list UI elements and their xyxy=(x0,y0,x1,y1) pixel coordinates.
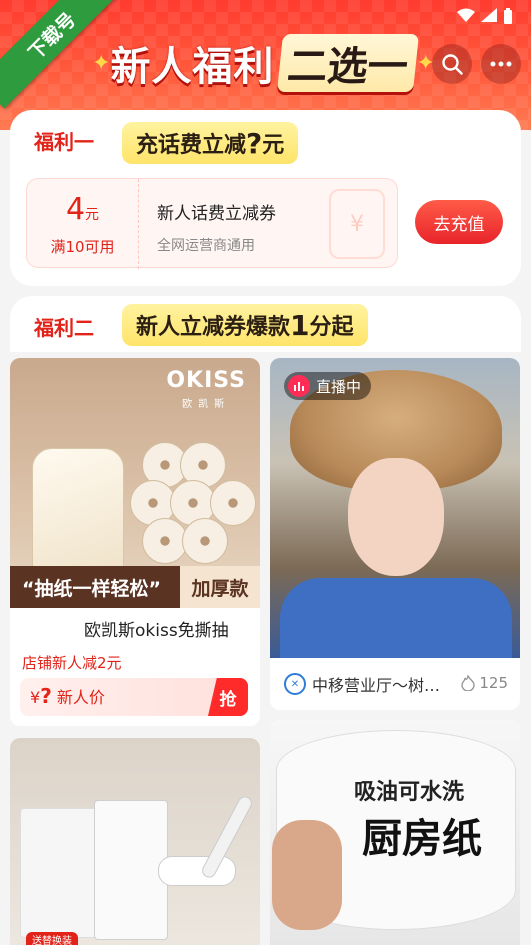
product-card-okiss[interactable]: OKISS 欧凯斯 “抽纸一样轻松” 加厚款 欧凯斯okiss免撕抽 店铺新人减… xyxy=(10,358,260,726)
price-symbol: ¥ xyxy=(30,688,41,707)
benefit2-label: 福利二 xyxy=(34,316,94,340)
coupon-title: 新人话费立减券 xyxy=(157,204,276,224)
shop-row: ✕ 中移营业厅～树… xyxy=(284,672,440,696)
more-button[interactable] xyxy=(481,44,521,84)
product-badge: 加厚款 xyxy=(180,566,260,608)
kitchen-paper-image: 吸油可水洗 厨房纸 xyxy=(270,720,520,945)
benefit2-pill: 新人立减券爆款 1 分起 xyxy=(122,304,368,346)
benefit1-label: 福利一 xyxy=(34,130,94,154)
flame-icon xyxy=(461,675,476,691)
robe-image xyxy=(280,578,512,658)
phone-coupon[interactable]: 4元 满10可用 新人话费立减券 全网运营商通用 ¥ xyxy=(26,178,398,269)
title-sub: 二选一 xyxy=(277,34,420,92)
brand-name-cn: 欧凯斯 xyxy=(182,399,231,410)
title-main: 新人福利 xyxy=(110,44,275,90)
lint-roller-image: 送替换装 xyxy=(10,738,260,945)
coupon-amount: 4元 xyxy=(27,193,138,232)
roll-image xyxy=(182,518,228,564)
benefit2-pill-num: 1 xyxy=(290,308,310,342)
star-icon: ✦ xyxy=(92,50,111,76)
live-image: 直播中 xyxy=(270,358,520,658)
page-title: ✦ 新人福利 二选一 ✦ xyxy=(92,34,435,92)
benefit2-card: 福利二 新人立减券爆款 1 分起 xyxy=(10,296,521,352)
search-icon xyxy=(442,54,463,75)
heat-count: 125 xyxy=(461,674,508,692)
coupon-condition: 满10可用 xyxy=(50,238,115,256)
gift-tag: 送替换装 xyxy=(26,932,78,945)
battery-icon xyxy=(504,8,512,24)
tissue-bag-image xyxy=(32,448,124,578)
brand-logo: OKISS 欧凯斯 xyxy=(166,370,246,411)
recharge-button[interactable]: 去充值 xyxy=(415,200,503,244)
product-promo-tag: 店铺新人减2元 xyxy=(22,654,122,672)
grab-button[interactable]: 抢 xyxy=(208,678,248,716)
benefit1-pill: 充话费立减 ? 元 xyxy=(122,122,299,164)
brand-name: OKISS xyxy=(166,368,246,393)
coupon-amount-block: 4元 满10可用 xyxy=(27,179,139,269)
face-image xyxy=(348,458,444,576)
live-icon xyxy=(288,375,310,397)
benefit1-pill-q: ? xyxy=(246,126,263,160)
price-bar: ¥? 新人价 抢 xyxy=(20,678,248,716)
heat-value: 125 xyxy=(479,674,508,692)
signal-icon xyxy=(481,8,497,22)
product-title: 欧凯斯okiss免撕抽 xyxy=(84,621,229,641)
hand-image xyxy=(272,820,342,930)
roller-head-image xyxy=(158,856,236,886)
benefit1-pill-unit: 元 xyxy=(262,133,285,158)
kitchen-paper-line2: 厨房纸 xyxy=(362,816,482,862)
status-bar-icons xyxy=(457,8,513,24)
shop-name: 中移营业厅～树… xyxy=(312,676,441,695)
wifi-icon xyxy=(457,8,475,22)
box-image xyxy=(94,800,168,940)
coupon-subtitle: 全网运营商通用 xyxy=(157,238,255,254)
kitchen-paper-line1: 吸油可水洗 xyxy=(354,780,465,805)
benefit1-pill-text: 充话费立减 xyxy=(136,133,247,158)
search-button[interactable] xyxy=(432,44,472,84)
product-card-lint-roller[interactable]: 送替换装 xyxy=(10,738,260,945)
price-label: 新人价 xyxy=(56,688,105,707)
refill-pack-image xyxy=(20,808,100,938)
coupon-decoration-icon: ¥ xyxy=(329,189,385,259)
roll-image xyxy=(210,480,256,526)
price-value: ¥? 新人价 xyxy=(30,684,105,708)
price-amount: ? xyxy=(40,684,52,708)
product-card-kitchen-paper[interactable]: 吸油可水洗 厨房纸 xyxy=(270,720,520,945)
live-label: 直播中 xyxy=(316,377,362,396)
product-banner: “抽纸一样轻松” 加厚款 xyxy=(10,566,260,608)
live-badge: 直播中 xyxy=(284,372,372,400)
benefit2-pill-tail: 分起 xyxy=(309,315,354,340)
product-image-okiss: OKISS 欧凯斯 “抽纸一样轻松” 加厚款 xyxy=(10,358,260,608)
more-icon xyxy=(490,61,512,67)
coupon-amount-unit: 元 xyxy=(85,207,100,223)
shop-logo-icon: ✕ xyxy=(284,673,306,695)
benefit1-card: 福利一 充话费立减 ? 元 4元 满10可用 新人话费立减券 全网运营商通用 ¥… xyxy=(10,110,521,286)
product-slogan: “抽纸一样轻松” xyxy=(22,577,161,600)
coupon-amount-value: 4 xyxy=(65,192,86,227)
live-card[interactable]: 直播中 ✕ 中移营业厅～树… 125 xyxy=(270,358,520,710)
benefit2-pill-text: 新人立减券爆款 xyxy=(136,315,291,340)
